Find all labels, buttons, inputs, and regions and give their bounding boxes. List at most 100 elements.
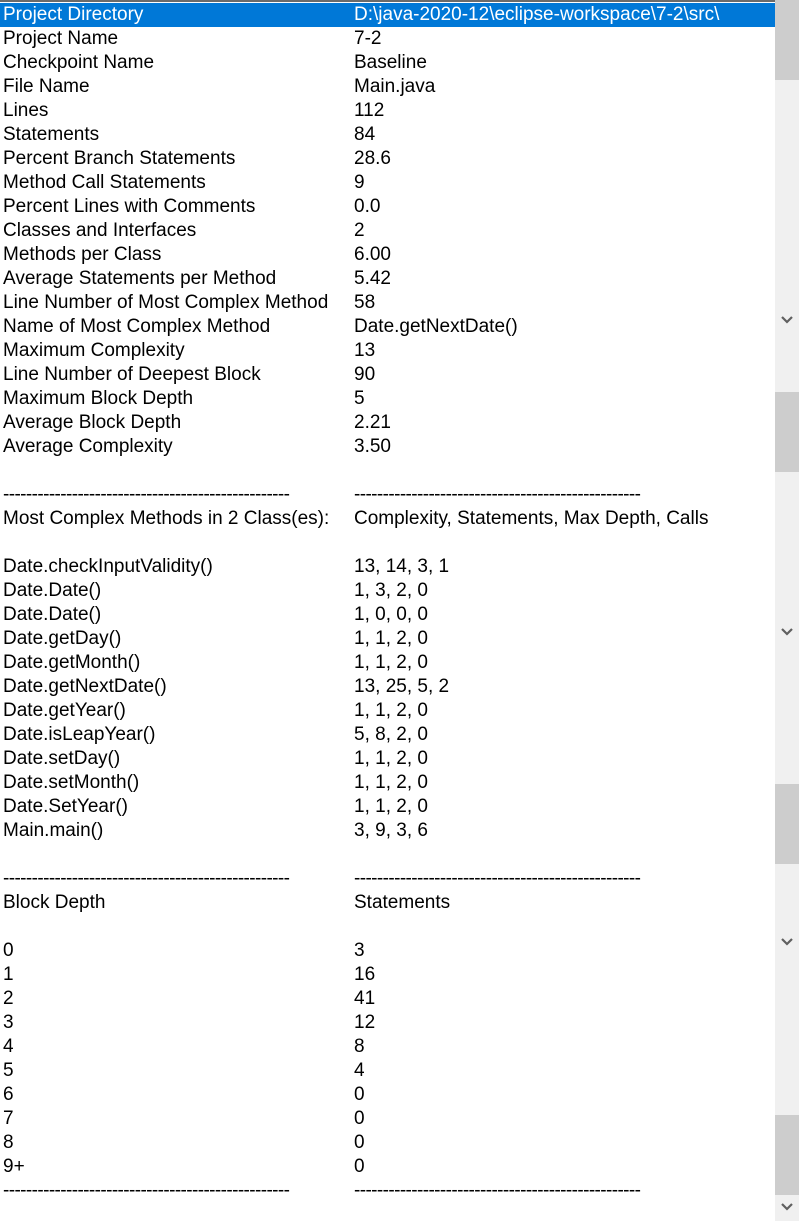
row-value: 6.00 [354, 244, 391, 265]
row-label: Checkpoint Name [3, 52, 155, 73]
summary-row[interactable]: File Name Main.java [0, 75, 775, 99]
row-label: Line Number of Deepest Block [3, 364, 261, 385]
scroll-down-button[interactable] [775, 1197, 799, 1217]
metrics-list[interactable]: Project Directory D:\java-2020-12\eclipse… [0, 3, 775, 1203]
row-label: Percent Branch Statements [3, 148, 236, 169]
summary-row[interactable]: Maximum Complexity 13 [0, 339, 775, 363]
summary-row[interactable]: Maximum Block Depth 5 [0, 387, 775, 411]
method-row[interactable]: Date.setDay() 1, 1, 2, 0 [0, 747, 775, 771]
summary-row[interactable]: Statements 84 [0, 123, 775, 147]
separator-row[interactable]: ----------------------------------------… [0, 483, 775, 507]
summary-row[interactable]: Lines 112 [0, 99, 775, 123]
row-value: 58 [354, 292, 376, 313]
blank-row[interactable] [0, 459, 775, 483]
row-value: 7-2 [354, 28, 382, 49]
method-name: Date.setMonth() [3, 772, 140, 793]
method-row[interactable]: Date.getNextDate() 13, 25, 5, 2 [0, 675, 775, 699]
statement-count: 41 [354, 988, 376, 1009]
method-name: Date.Date() [3, 604, 102, 625]
summary-row[interactable]: Project Directory D:\java-2020-12\eclipse… [0, 3, 775, 27]
block-depth-row[interactable]: 03 [0, 939, 775, 963]
blank-row[interactable] [0, 843, 775, 867]
method-name: Date.setDay() [3, 748, 121, 769]
summary-row[interactable]: Methods per Class 6.00 [0, 243, 775, 267]
row-label: Maximum Block Depth [3, 388, 194, 409]
method-name: Date.getDay() [3, 628, 122, 649]
block-depth-row[interactable]: 1 16 [0, 963, 775, 987]
block-depth-row[interactable]: 60 [0, 1083, 775, 1107]
block-depth-row[interactable]: 2 41 [0, 987, 775, 1011]
section-header: Block Depth [3, 892, 106, 913]
row-value: 90 [354, 364, 376, 385]
block-depth-row[interactable]: 54 [0, 1059, 775, 1083]
block-depth-header-row[interactable]: Block Depth Statements [0, 891, 775, 915]
method-name: Main.main() [3, 820, 104, 841]
depth-value: 7 [3, 1108, 14, 1129]
method-row[interactable]: Date.getMonth() 1, 1, 2, 0 [0, 651, 775, 675]
scroll-thumb[interactable] [775, 0, 799, 80]
row-label: Methods per Class [3, 244, 162, 265]
row-value: 5 [354, 388, 365, 409]
method-row[interactable]: Date.checkInputValidity() 13, 14, 3, 1 [0, 555, 775, 579]
block-depth-row[interactable]: 3 12 [0, 1011, 775, 1035]
block-depth-row[interactable]: 48 [0, 1035, 775, 1059]
blank-row[interactable] [0, 915, 775, 939]
method-name: Date.getNextDate() [3, 676, 167, 697]
statement-count: 4 [354, 1060, 365, 1081]
row-label: Line Number of Most Complex Method [3, 292, 329, 313]
row-label: Lines [3, 100, 49, 121]
separator-row[interactable]: ----------------------------------------… [0, 867, 775, 891]
summary-row[interactable]: Method Call Statements 9 [0, 171, 775, 195]
block-depth-row[interactable]: 70 [0, 1107, 775, 1131]
depth-value: 6 [3, 1084, 14, 1105]
statement-count: 3 [354, 940, 365, 961]
chevron-down-icon[interactable] [775, 310, 799, 330]
method-row[interactable]: Date.Date() 1, 3, 2, 0 [0, 579, 775, 603]
method-name: Date.getYear() [3, 700, 126, 721]
method-metrics: 1, 1, 2, 0 [354, 796, 428, 817]
method-row[interactable]: Main.main() 3, 9, 3, 6 [0, 819, 775, 843]
method-row[interactable]: Date.Date() 1, 0, 0, 0 [0, 603, 775, 627]
summary-row[interactable]: Checkpoint Name Baseline [0, 51, 775, 75]
method-row[interactable]: Date.setMonth() 1, 1, 2, 0 [0, 771, 775, 795]
row-label: Percent Lines with Comments [3, 196, 256, 217]
row-label: Project Directory [3, 4, 144, 25]
statement-count: 0 [354, 1132, 365, 1153]
row-label: Classes and Interfaces [3, 220, 197, 241]
summary-row[interactable]: Line Number of Most Complex Method 58 [0, 291, 775, 315]
method-row[interactable]: Date.getDay() 1, 1, 2, 0 [0, 627, 775, 651]
chevron-down-icon[interactable] [775, 932, 799, 952]
blank-row[interactable] [0, 531, 775, 555]
block-depth-row[interactable]: 9+ 0 [0, 1155, 775, 1179]
depth-value: 8 [3, 1132, 14, 1153]
row-value: Date.getNextDate() [354, 316, 518, 337]
separator-row[interactable]: ----------------------------------------… [0, 1179, 775, 1203]
separator: ----------------------------------------… [354, 484, 641, 505]
summary-row[interactable]: Average Complexity 3.50 [0, 435, 775, 459]
summary-row[interactable]: Average Block Depth 2.21 [0, 411, 775, 435]
method-row[interactable]: Date.getYear() 1, 1, 2, 0 [0, 699, 775, 723]
method-row[interactable]: Date.isLeapYear() 5, 8, 2, 0 [0, 723, 775, 747]
scroll-thumb[interactable] [775, 1115, 799, 1195]
scroll-thumb[interactable] [775, 784, 799, 864]
statement-count: 16 [354, 964, 376, 985]
method-metrics: 1, 1, 2, 0 [354, 652, 428, 673]
method-metrics: 1, 1, 2, 0 [354, 772, 428, 793]
methods-header-row[interactable]: Most Complex Methods in 2 Class(es): Comp… [0, 507, 775, 531]
method-row[interactable]: Date.SetYear() 1, 1, 2, 0 [0, 795, 775, 819]
method-metrics: 13, 25, 5, 2 [354, 676, 450, 697]
summary-row[interactable]: Percent Branch Statements 28.6 [0, 147, 775, 171]
summary-row[interactable]: Average Statements per Method 5.42 [0, 267, 775, 291]
summary-row[interactable]: Percent Lines with Comments 0.0 [0, 195, 775, 219]
scroll-thumb[interactable] [775, 392, 799, 472]
chevron-down-icon[interactable] [775, 622, 799, 642]
summary-row[interactable]: Line Number of Deepest Block 90 [0, 363, 775, 387]
block-depth-row[interactable]: 80 [0, 1131, 775, 1155]
summary-row[interactable]: Classes and Interfaces 2 [0, 219, 775, 243]
summary-row[interactable]: Name of Most Complex Method Date.getNextD… [0, 315, 775, 339]
depth-value: 5 [3, 1060, 14, 1081]
method-name: Date.checkInputValidity() [3, 556, 213, 577]
vertical-scrollbar[interactable] [775, 0, 799, 1221]
row-label: File Name [3, 76, 90, 97]
summary-row[interactable]: Project Name 7-2 [0, 27, 775, 51]
